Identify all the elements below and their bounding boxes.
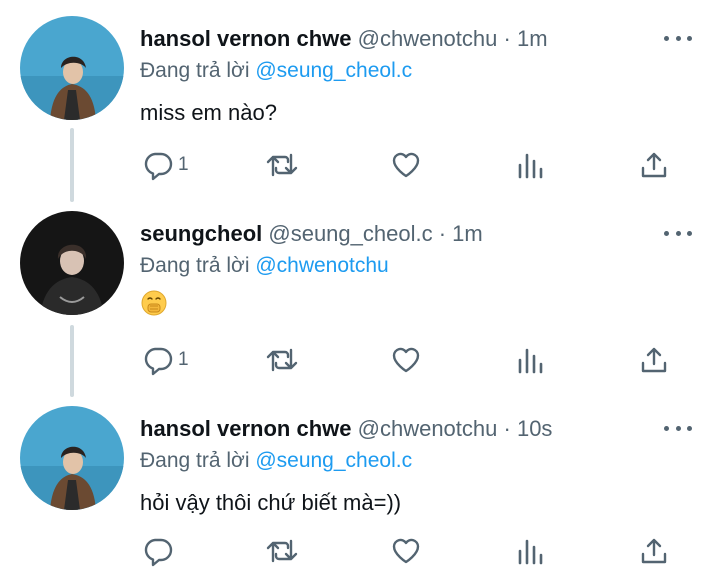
face-with-hand-over-mouth-emoji — [140, 289, 168, 317]
retweet-button[interactable] — [264, 342, 300, 378]
retweet-icon — [266, 348, 298, 372]
timestamp[interactable]: 1m — [452, 221, 483, 246]
reply-icon — [144, 152, 173, 181]
avatar[interactable] — [20, 211, 124, 315]
replying-to-label: Đang trả lời — [140, 449, 256, 472]
mention-link[interactable]: @seung_cheol.c — [255, 449, 412, 472]
tweet[interactable]: hansol vernon chwe @chwenotchu · 10s Đan… — [0, 390, 720, 585]
replying-to: Đang trả lời @seung_cheol.c — [140, 447, 412, 475]
display-name[interactable]: hansol vernon chwe — [140, 26, 352, 51]
retweet-button[interactable] — [264, 533, 300, 569]
separator-dot: · — [503, 416, 511, 441]
like-button[interactable] — [390, 147, 422, 183]
views-icon — [518, 539, 543, 565]
user-handle[interactable]: @chwenotchu — [358, 416, 498, 441]
replying-to-label: Đang trả lời — [140, 59, 256, 82]
reply-count: 1 — [178, 349, 189, 370]
heart-icon — [392, 152, 420, 178]
tweet-header: seungcheol @seung_cheol.c · 1m — [140, 219, 483, 249]
retweet-icon — [266, 539, 298, 563]
replying-to: Đang trả lời @chwenotchu — [140, 252, 389, 280]
tweet[interactable]: seungcheol @seung_cheol.c · 1m Đang trả … — [0, 195, 720, 390]
reply-count: 1 — [178, 154, 189, 175]
share-icon — [641, 347, 667, 373]
avatar[interactable] — [20, 16, 124, 120]
tweet-actions: 1 — [0, 342, 720, 378]
views-button[interactable] — [516, 147, 546, 183]
views-icon — [518, 348, 543, 374]
heart-icon — [392, 347, 420, 373]
retweet-icon — [266, 153, 298, 177]
retweet-button[interactable] — [264, 147, 300, 183]
display-name[interactable]: hansol vernon chwe — [140, 416, 352, 441]
reply-button[interactable] — [142, 533, 178, 569]
separator-dot: · — [438, 221, 447, 246]
mention-link[interactable]: @chwenotchu — [255, 254, 388, 277]
share-icon — [641, 538, 667, 564]
views-button[interactable] — [516, 533, 546, 569]
reply-button[interactable]: 1 — [142, 342, 189, 378]
share-icon — [641, 152, 667, 178]
timestamp[interactable]: 10s — [517, 416, 552, 441]
avatar[interactable] — [20, 406, 124, 510]
views-button[interactable] — [516, 342, 546, 378]
tweet-text: hỏi vậy thôi chứ biết mà=)) — [140, 490, 402, 515]
share-button[interactable] — [638, 533, 670, 569]
reply-button[interactable]: 1 — [142, 147, 189, 183]
tweet[interactable]: hansol vernon chwe @chwenotchu · 1m Đang… — [0, 0, 720, 195]
more-options-icon[interactable] — [664, 26, 692, 50]
like-button[interactable] — [390, 533, 422, 569]
separator-dot: · — [503, 26, 511, 51]
user-handle[interactable]: @chwenotchu — [358, 26, 498, 51]
timestamp[interactable]: 1m — [517, 26, 548, 51]
tweet-actions — [0, 533, 720, 569]
mention-link[interactable]: @seung_cheol.c — [255, 59, 412, 82]
tweet-header: hansol vernon chwe @chwenotchu · 1m — [140, 24, 548, 54]
heart-icon — [392, 538, 420, 564]
reply-icon — [144, 538, 173, 567]
user-handle[interactable]: @seung_cheol.c — [268, 221, 432, 246]
more-options-icon[interactable] — [664, 416, 692, 440]
share-button[interactable] — [638, 147, 670, 183]
more-options-icon[interactable] — [664, 221, 692, 245]
tweet-text: miss em nào? — [140, 100, 277, 125]
tweet-actions: 1 — [0, 147, 720, 183]
replying-to: Đang trả lời @seung_cheol.c — [140, 57, 412, 85]
reply-icon — [144, 347, 173, 376]
views-icon — [518, 153, 543, 179]
replying-to-label: Đang trả lời — [140, 254, 256, 277]
like-button[interactable] — [390, 342, 422, 378]
display-name[interactable]: seungcheol — [140, 221, 262, 246]
tweet-header: hansol vernon chwe @chwenotchu · 10s — [140, 414, 552, 444]
share-button[interactable] — [638, 342, 670, 378]
